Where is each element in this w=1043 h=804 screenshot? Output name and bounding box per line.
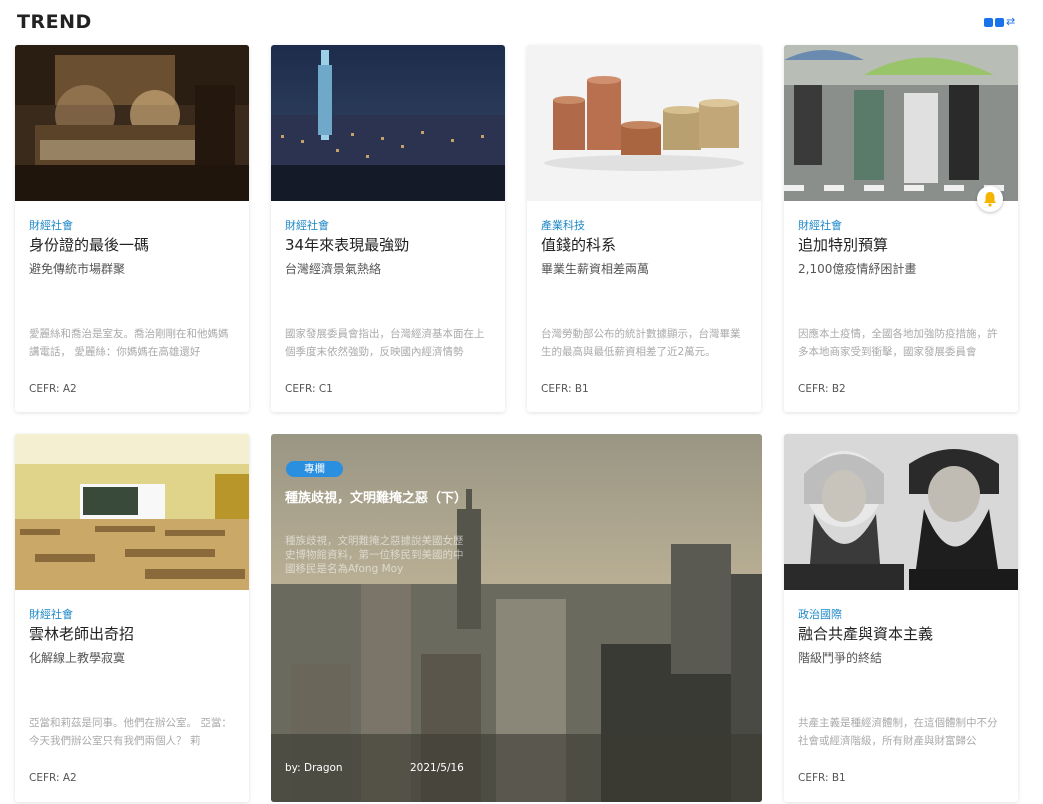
cefr-level: CEFR: B1 [541,383,589,395]
featured-article-date: 2021/5/16 [410,762,464,774]
article-thumbnail [784,434,1018,590]
article-subtitle: 化解線上教學寂寞 [29,651,126,665]
article-subtitle: 台灣經濟景氣熱絡 [285,262,382,276]
article-category[interactable]: 政治國際 [798,606,842,622]
article-card[interactable]: 產業科技 值錢的科系 畢業生薪資相差兩萬 台灣勞動部公布的統計數據顯示，台灣畢業… [527,45,761,412]
cefr-level: CEFR: A2 [29,772,77,784]
article-card[interactable]: 政治國際 融合共產與資本主義 階級鬥爭的終結 共產主義是種經濟體制，在這個體制中… [784,434,1018,802]
article-subtitle: 階級鬥爭的終結 [798,651,883,665]
cefr-level: CEFR: B1 [798,772,846,784]
article-card[interactable]: 財經社會 雲林老師出奇招 化解線上教學寂寞 亞當和莉茲是同事。他們在辦公室。 亞… [15,434,249,802]
article-excerpt: 共產主義是種經濟體制，在這個體制中不分社會或經濟階級，所有財產與財富歸公 [798,717,998,747]
article-thumbnail [784,45,1018,201]
featured-article-card[interactable]: 專欄 種族歧視，文明難掩之惡（下） 種族歧視，文明難掩之惡據說美國女歷史博物館資… [271,434,762,802]
article-subtitle: 2,100億疫情紓困計畫 [798,262,917,276]
article-thumbnail [271,45,505,201]
article-card[interactable]: 財經社會 34年來表現最強勁 台灣經濟景氣熱絡 國家發展委員會指出，台灣經濟基本… [271,45,505,412]
grid-view-icon[interactable]: ⇄ [984,15,1018,29]
trend-header: TREND ⇄ [0,0,1043,45]
article-title[interactable]: 值錢的科系 [541,234,616,255]
cefr-level: CEFR: B2 [798,383,846,395]
featured-article-title[interactable]: 種族歧視，文明難掩之惡（下） [285,489,467,509]
article-subtitle: 畢業生薪資相差兩萬 [541,262,650,276]
article-category[interactable]: 財經社會 [285,217,329,233]
featured-article-author: by: Dragon [285,762,343,774]
article-subtitle: 避免傳統市場群聚 [29,262,126,276]
article-title[interactable]: 融合共產與資本主義 [798,623,933,644]
article-thumbnail [15,45,249,201]
article-excerpt: 國家發展委員會指出，台灣經濟基本面在上個季度末依然強勁，反映國內經濟情勢 [285,328,485,358]
article-excerpt: 亞當和莉茲是同事。他們在辦公室。 亞當：今天我們辦公室只有我們兩個人？ 莉 [29,717,232,747]
column-badge[interactable]: 專欄 [286,461,343,477]
article-category[interactable]: 財經社會 [29,606,73,622]
article-title[interactable]: 34年來表現最強勁 [285,234,409,255]
cefr-level: CEFR: C1 [285,383,333,395]
article-thumbnail [527,45,761,201]
refresh-icon: ⇄ [1006,15,1016,28]
article-title[interactable]: 追加特別預算 [798,234,888,255]
article-excerpt: 因應本土疫情，全國各地加強防疫措施，許多本地商家受到衝擊，國家發展委員會 [798,328,998,358]
article-excerpt: 愛麗絲和喬治是室友。喬治剛剛在和他媽媽講電話， 愛麗絲：你媽媽在高雄還好 [29,328,229,358]
grid-square-icon [984,18,993,27]
article-card[interactable]: 財經社會 追加特別預算 2,100億疫情紓困計畫 因應本土疫情，全國各地加強防疫… [784,45,1018,412]
article-category[interactable]: 產業科技 [541,217,585,233]
bell-icon[interactable] [977,186,1003,212]
article-card[interactable]: 財經社會 身份證的最後一碼 避免傳統市場群聚 愛麗絲和喬治是室友。喬治剛剛在和他… [15,45,249,412]
grid-square-icon [995,18,1004,27]
article-title[interactable]: 雲林老師出奇招 [29,623,134,644]
article-category[interactable]: 財經社會 [29,217,73,233]
article-title[interactable]: 身份證的最後一碼 [29,234,149,255]
article-excerpt: 台灣勞動部公布的統計數據顯示，台灣畢業生的最高與最低薪資相差了近2萬元。 [541,328,741,358]
cefr-level: CEFR: A2 [29,383,77,395]
article-thumbnail [15,434,249,590]
featured-article-excerpt: 種族歧視，文明難掩之惡據說美國女歷史博物館資料，第一位移民到美國的中國移民是名為… [285,535,464,575]
section-title: TREND [17,11,92,33]
article-category[interactable]: 財經社會 [798,217,842,233]
